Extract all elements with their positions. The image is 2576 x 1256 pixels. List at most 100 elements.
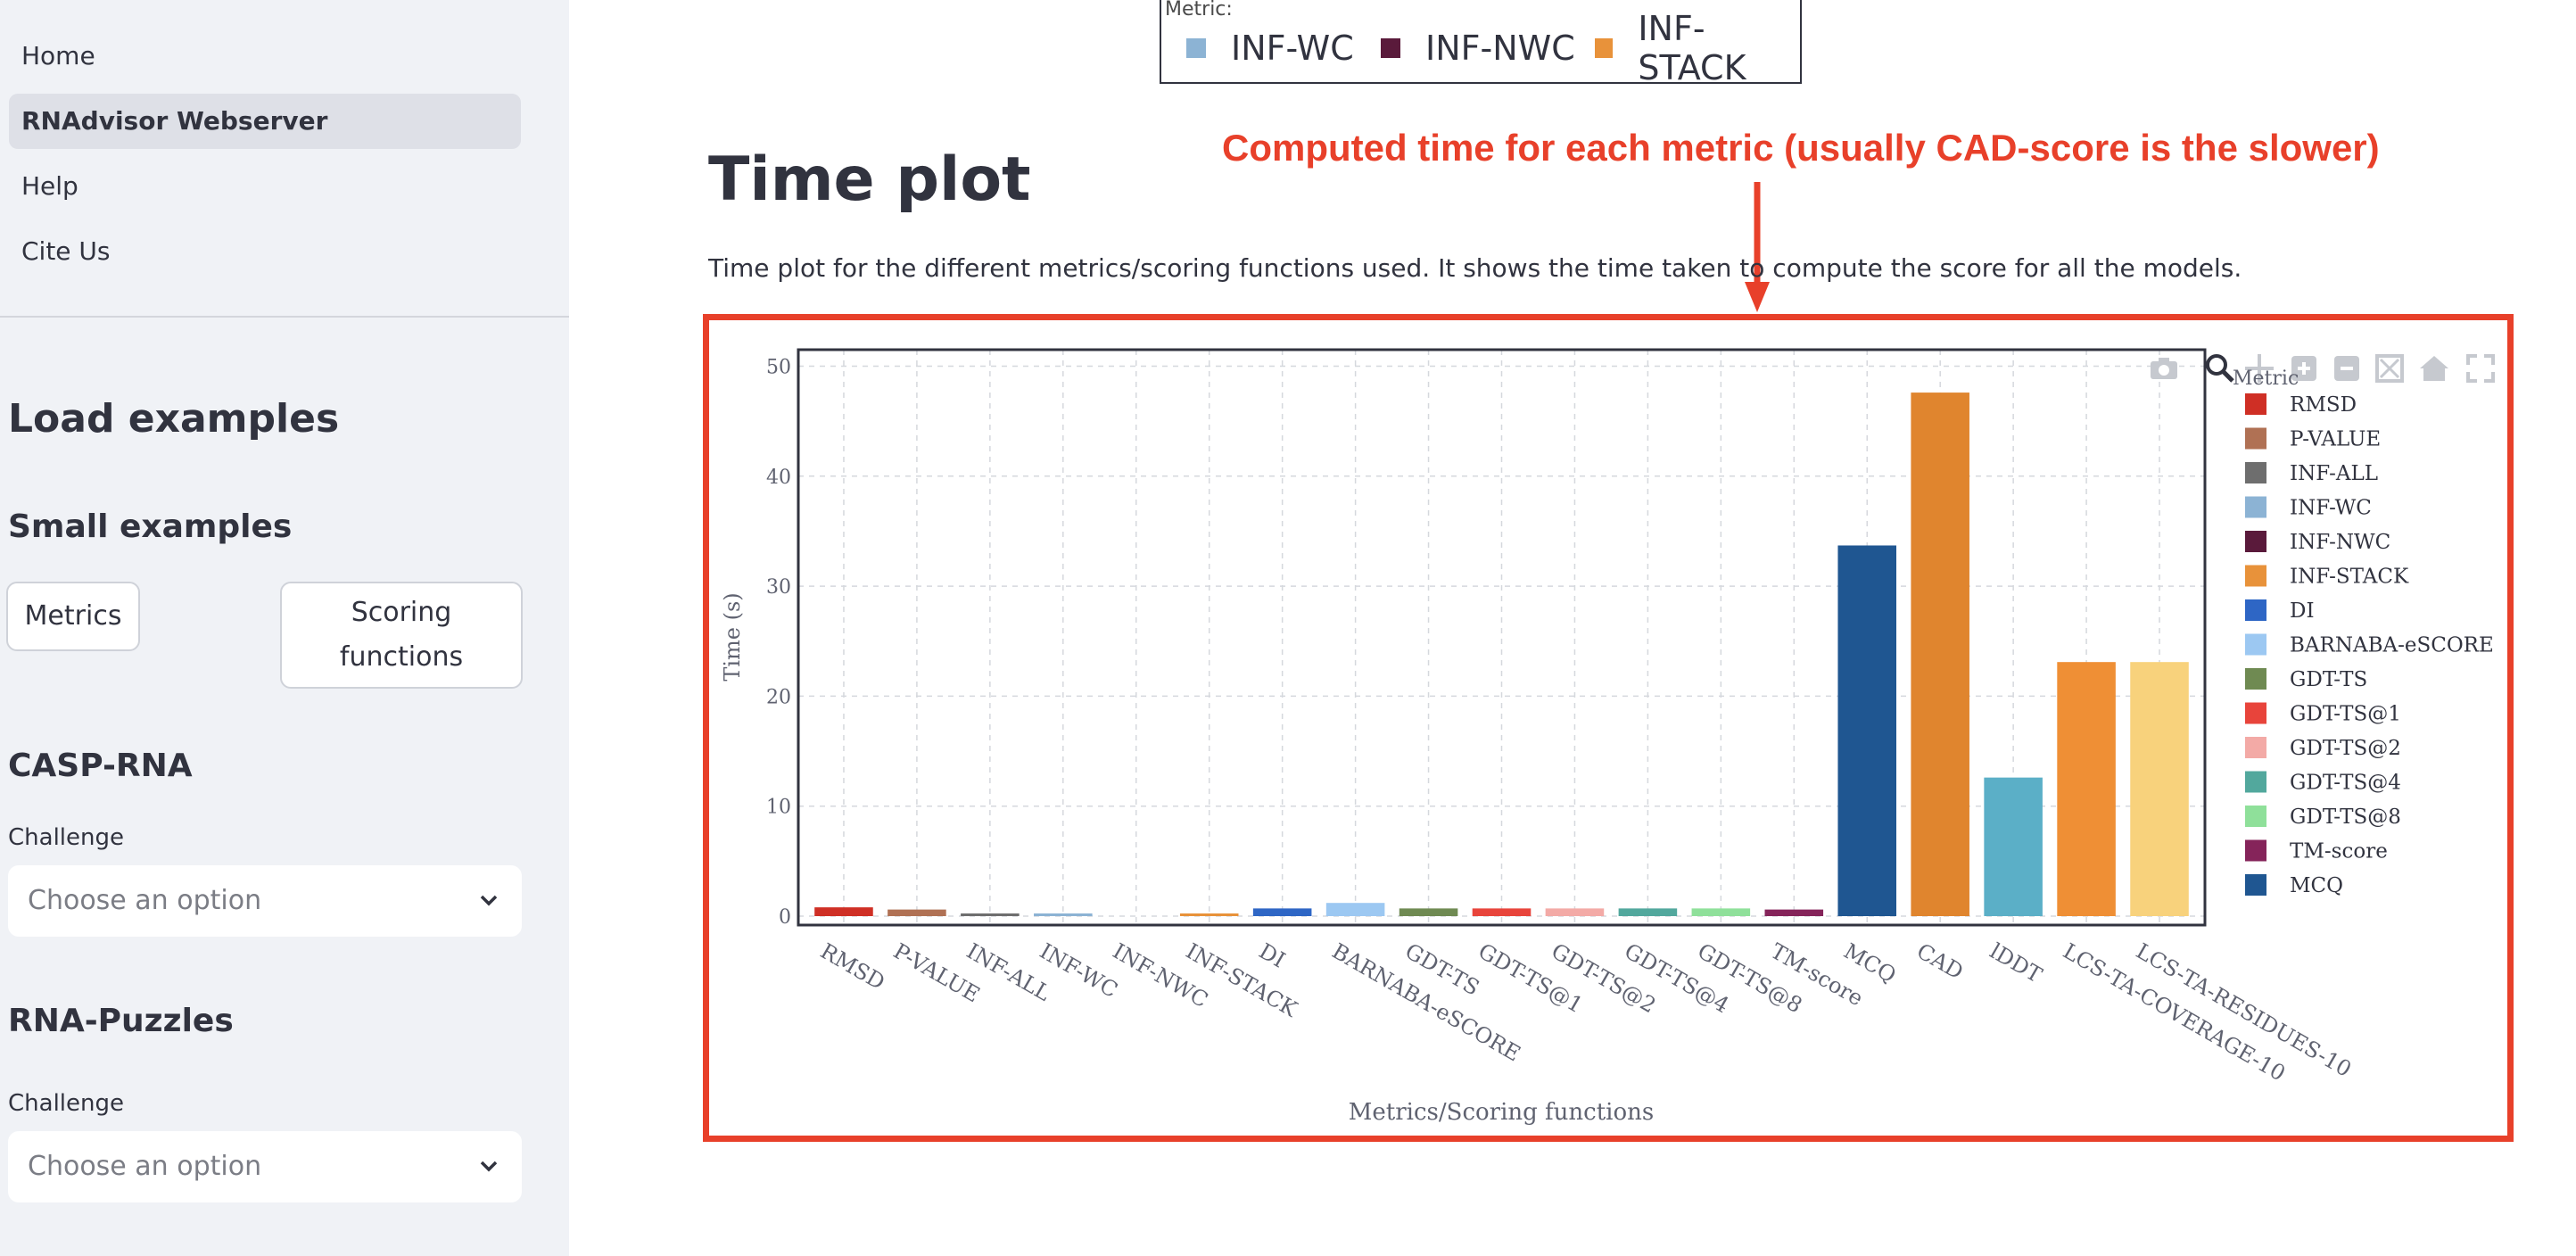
bar-gdt-ts-2[interactable]: [1545, 908, 1605, 916]
legend-label: GDT-TS@2: [2290, 737, 2401, 760]
legend-label: MCQ: [2290, 874, 2343, 897]
bar-lcs-ta-residues-10[interactable]: [2130, 662, 2189, 916]
bar-gdt-ts-1[interactable]: [1472, 908, 1532, 916]
y-tick-label: 20: [766, 686, 791, 708]
chevron-down-icon: [480, 1161, 498, 1172]
bar-p-value[interactable]: [888, 909, 946, 916]
legend-swatch: [1186, 38, 1206, 58]
zoom-out-icon[interactable]: [2334, 356, 2359, 381]
chevron-down-icon: [480, 895, 498, 906]
puzzles-challenge-select[interactable]: Choose an option: [8, 1131, 522, 1202]
legend-item-inf-stack[interactable]: INF-STACK: [1595, 9, 1800, 87]
legend-item-inf-nwc[interactable]: INF-NWC: [1381, 29, 1575, 68]
home-icon[interactable]: [2420, 356, 2448, 381]
x-tick-label: RMSD: [816, 938, 889, 995]
top-metric-legend: Metric: INF-WC INF-NWC INF-STACK: [1160, 0, 1802, 87]
legend-swatch: [1595, 38, 1614, 58]
legend-label: GDT-TS@4: [2290, 772, 2401, 795]
chart-highlight-frame: 0 10 20 30 40 50 RMSD P-VALUE INF-ALL INF-WC INF-…: [703, 314, 2514, 1142]
x-tick-label: DI: [1255, 938, 1290, 973]
load-examples-heading: Load examples: [8, 396, 340, 442]
bar-inf-all[interactable]: [961, 913, 1020, 916]
bar-mcq[interactable]: [1837, 545, 1897, 916]
legend-label: INF-ALL: [2290, 462, 2378, 485]
camera-icon[interactable]: [2151, 358, 2177, 379]
x-tick-label: CAD: [1912, 938, 1968, 985]
casp-select-placeholder: Choose an option: [28, 885, 262, 916]
bar-di[interactable]: [1252, 908, 1312, 916]
bar-gdt-ts[interactable]: [1399, 908, 1458, 916]
legend-swatch: [2245, 599, 2266, 621]
legend-swatch: [2245, 565, 2266, 587]
nav-cite-us[interactable]: Cite Us: [9, 224, 521, 279]
nav-rnadvisor-webserver[interactable]: RNAdvisor Webserver: [9, 94, 521, 149]
puzzles-select-placeholder: Choose an option: [28, 1151, 262, 1182]
legend-swatch: [2245, 427, 2266, 450]
top-legend-title: Metric:: [1165, 0, 1233, 21]
legend-label: INF-NWC: [2290, 531, 2390, 554]
bar-inf-wc[interactable]: [1034, 913, 1093, 916]
bar-tm-score[interactable]: [1764, 909, 1824, 916]
y-tick-label: 30: [766, 576, 791, 599]
legend-label: TM-score: [2290, 840, 2388, 864]
zoom-icon[interactable]: [2206, 354, 2234, 383]
y-tick-label: 50: [766, 356, 791, 378]
chart-legend-title: Metric: [2233, 368, 2299, 390]
x-tick-label: lDDT: [1986, 938, 2046, 987]
autoscale-icon[interactable]: [2375, 354, 2404, 383]
legend-swatch: [2245, 771, 2266, 793]
bar-lddt[interactable]: [1984, 777, 2043, 916]
chart-legend: RMSD P-VALUE INF-ALL INF-WC INF-NWC INF-STACK…: [2245, 393, 2494, 897]
annotation-text: Computed time for each metric (usually C…: [1222, 127, 2380, 169]
legend-swatch: [2245, 496, 2266, 518]
legend-swatch: [2245, 531, 2266, 552]
casp-challenge-select[interactable]: Choose an option: [8, 865, 522, 937]
legend-label: INF-NWC: [1425, 29, 1575, 68]
bar-cad[interactable]: [1911, 392, 1969, 916]
legend-label: INF-STACK: [1638, 9, 1746, 87]
legend-swatch: [2245, 737, 2266, 758]
legend-item-inf-wc[interactable]: INF-WC: [1186, 29, 1354, 68]
legend-swatch: [2245, 668, 2266, 690]
y-tick-label: 10: [766, 797, 791, 819]
legend-label: RMSD: [2290, 393, 2357, 417]
bar-gdt-ts-4[interactable]: [1618, 908, 1678, 916]
page-title: Time plot: [708, 145, 1031, 215]
bar-gdt-ts-8[interactable]: [1691, 908, 1751, 916]
y-tick-label: 0: [779, 906, 791, 929]
small-examples-heading: Small examples: [8, 508, 293, 545]
legend-label: DI: [2290, 599, 2315, 623]
legend-label: GDT-TS@8: [2290, 806, 2401, 829]
metrics-button[interactable]: Metrics: [6, 582, 140, 651]
legend-label: INF-WC: [1231, 29, 1354, 68]
rna-puzzles-heading: RNA-Puzzles: [8, 1003, 234, 1039]
time-plot-chart[interactable]: 0 10 20 30 40 50 RMSD P-VALUE INF-ALL INF-WC INF-…: [709, 320, 2507, 1136]
legend-label: BARNABA-eSCORE: [2290, 634, 2494, 657]
x-axis-label: Metrics/Scoring functions: [1349, 1099, 1654, 1126]
y-axis-label: Time (s): [720, 592, 745, 681]
legend-label: INF-WC: [2290, 497, 2372, 520]
legend-label: INF-STACK: [2290, 566, 2409, 589]
legend-swatch: [2245, 393, 2266, 415]
bar-inf-stack[interactable]: [1179, 913, 1239, 916]
bar-rmsd[interactable]: [814, 907, 873, 916]
casp-challenge-label: Challenge: [8, 824, 124, 851]
scoring-functions-button[interactable]: Scoring functions: [280, 582, 523, 689]
legend-label: GDT-TS: [2290, 668, 2367, 691]
annotation-arrow: [1745, 182, 1770, 312]
legend-swatch: [2245, 633, 2266, 656]
casp-rna-heading: CASP-RNA: [8, 748, 193, 784]
bar-barnaba-escore[interactable]: [1325, 903, 1385, 916]
sidebar: Home RNAdvisor Webserver Help Cite Us Lo…: [0, 0, 569, 1256]
nav-home[interactable]: Home: [9, 29, 521, 84]
legend-label: GDT-TS@1: [2290, 703, 2401, 726]
chart-toolbar: [2151, 354, 2495, 383]
legend-swatch: [2245, 806, 2266, 827]
legend-swatch: [2245, 462, 2266, 483]
fullscreen-icon[interactable]: [2466, 354, 2495, 383]
nav-help[interactable]: Help: [9, 159, 521, 214]
legend-label: P-VALUE: [2290, 428, 2381, 451]
legend-swatch: [2245, 874, 2266, 896]
bar-lcs-ta-coverage-10[interactable]: [2057, 662, 2116, 916]
legend-swatch: [2245, 839, 2266, 862]
